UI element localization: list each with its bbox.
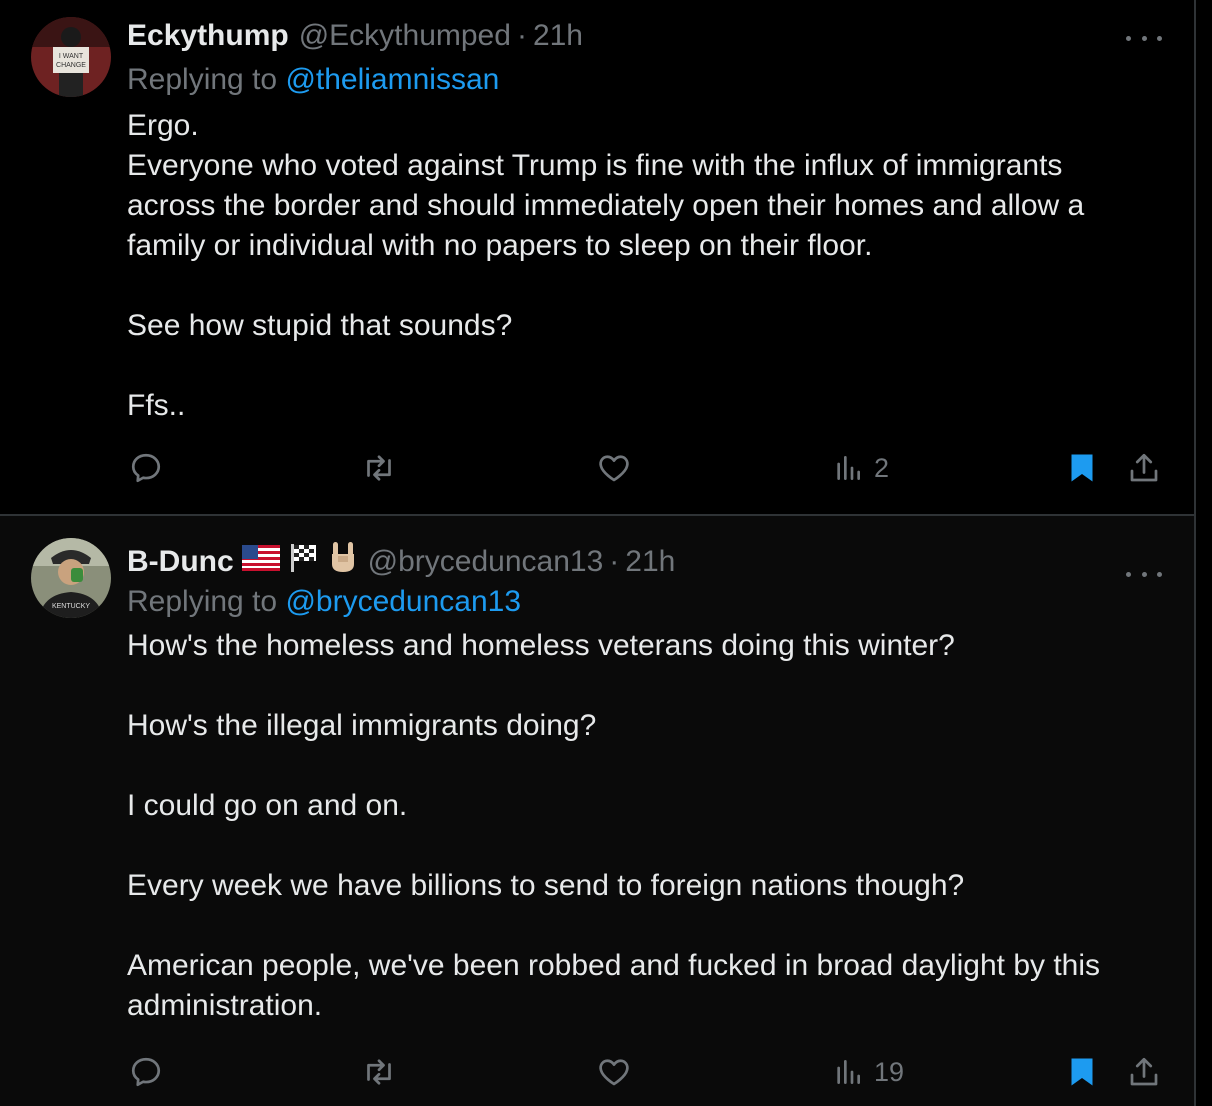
column-border bbox=[1194, 0, 1196, 1106]
tweet-time[interactable]: 21h bbox=[625, 544, 675, 580]
like-button[interactable] bbox=[596, 1052, 632, 1092]
retweet-icon bbox=[367, 1059, 391, 1085]
retweet-icon bbox=[367, 455, 391, 481]
tweet-header: B-Dunc @bryceduncan13 · 21h bbox=[127, 540, 675, 583]
reply-icon bbox=[131, 453, 161, 483]
replying-to: Replying to @theliamnissan bbox=[127, 62, 499, 98]
analytics-icon bbox=[837, 1060, 860, 1084]
more-options-icon[interactable] bbox=[1126, 564, 1162, 584]
tweet-text-line: How's the homeless and homeless veterans… bbox=[127, 629, 955, 662]
tweet-text-line bbox=[127, 666, 1147, 706]
tweet-text-line: I could go on and on. bbox=[127, 789, 408, 822]
replying-to: Replying to @bryceduncan13 bbox=[127, 584, 521, 620]
views-count: 19 bbox=[874, 1056, 905, 1087]
avatar-sign-line-2: CHANGE bbox=[56, 62, 86, 69]
checkered-flag-icon bbox=[288, 541, 320, 582]
tweet-text-line bbox=[127, 826, 1147, 866]
like-button[interactable] bbox=[596, 448, 632, 488]
replying-to-label: Replying to bbox=[127, 585, 278, 618]
reply-button[interactable] bbox=[128, 1052, 164, 1092]
tweet-text-line: American people, we've been robbed and f… bbox=[127, 949, 1101, 1022]
author-handle[interactable]: @bryceduncan13 bbox=[368, 544, 604, 580]
retweet-button[interactable] bbox=[360, 448, 398, 488]
tweet-text-line bbox=[127, 906, 1147, 946]
views-button[interactable]: 19 bbox=[832, 1052, 904, 1092]
reply-mention[interactable]: @theliamnissan bbox=[285, 63, 499, 96]
analytics-icon bbox=[837, 456, 860, 480]
heart-icon bbox=[599, 455, 629, 482]
tweet-header: Eckythump @Eckythumped · 21h bbox=[127, 18, 583, 54]
avatar[interactable]: I WANT CHANGE bbox=[31, 17, 111, 97]
tweet-text-line: Ergo. bbox=[127, 109, 199, 142]
tweet-text-line bbox=[127, 746, 1147, 786]
retweet-button[interactable] bbox=[360, 1052, 398, 1092]
separator-dot: · bbox=[609, 544, 620, 578]
avatar[interactable]: KENTUCKY bbox=[31, 538, 111, 618]
tweet-text-line: Ffs.. bbox=[127, 389, 186, 422]
rock-hand-icon bbox=[328, 540, 358, 583]
reply-button[interactable] bbox=[128, 448, 164, 488]
share-icon bbox=[1130, 453, 1158, 482]
replying-to-label: Replying to bbox=[127, 63, 278, 96]
tweet-text-line: See how stupid that sounds? bbox=[127, 309, 513, 342]
tweet-text-line: Everyone who voted against Trump is fine… bbox=[127, 149, 1085, 262]
tweet-text-line bbox=[127, 346, 1147, 386]
bookmark-button[interactable] bbox=[1064, 1052, 1100, 1092]
tweet[interactable]: I WANT CHANGE Eckythump @Eckythumped · 2… bbox=[0, 0, 1194, 514]
bookmark-icon bbox=[1071, 1058, 1093, 1086]
tweet-text-line: Every week we have billions to send to f… bbox=[127, 869, 965, 902]
us-flag-icon bbox=[241, 544, 280, 580]
author-name[interactable]: B-Dunc bbox=[127, 544, 234, 580]
author-handle[interactable]: @Eckythumped bbox=[299, 18, 511, 54]
tweet-actions: 2 bbox=[0, 448, 1194, 488]
tweet-actions: 19 bbox=[0, 1052, 1194, 1092]
bookmark-icon bbox=[1071, 454, 1093, 482]
separator-dot: · bbox=[516, 19, 527, 52]
tweet-text-line: How's the illegal immigrants doing? bbox=[127, 709, 597, 742]
share-icon bbox=[1130, 1057, 1158, 1086]
avatar-sign-line-1: I WANT bbox=[59, 53, 84, 60]
more-options-icon[interactable] bbox=[1126, 28, 1162, 48]
tweet-body: How's the homeless and homeless veterans… bbox=[127, 626, 1147, 1026]
author-name[interactable]: Eckythump bbox=[127, 18, 289, 54]
views-button[interactable]: 2 bbox=[832, 448, 889, 488]
reply-icon bbox=[131, 1057, 161, 1087]
tweet[interactable]: KENTUCKY B-Dunc @bryceduncan13 · 21h Rep… bbox=[0, 516, 1194, 1106]
tweet-text-line bbox=[127, 266, 1147, 306]
tweet-time[interactable]: 21h bbox=[533, 18, 583, 54]
share-button[interactable] bbox=[1126, 448, 1162, 488]
bookmark-button[interactable] bbox=[1064, 448, 1100, 488]
views-count: 2 bbox=[874, 452, 890, 483]
avatar-shirt-text: KENTUCKY bbox=[52, 603, 90, 610]
reply-mention[interactable]: @bryceduncan13 bbox=[285, 585, 521, 618]
heart-icon bbox=[599, 1059, 629, 1086]
tweet-body: Ergo. Everyone who voted against Trump i… bbox=[127, 106, 1147, 426]
share-button[interactable] bbox=[1126, 1052, 1162, 1092]
